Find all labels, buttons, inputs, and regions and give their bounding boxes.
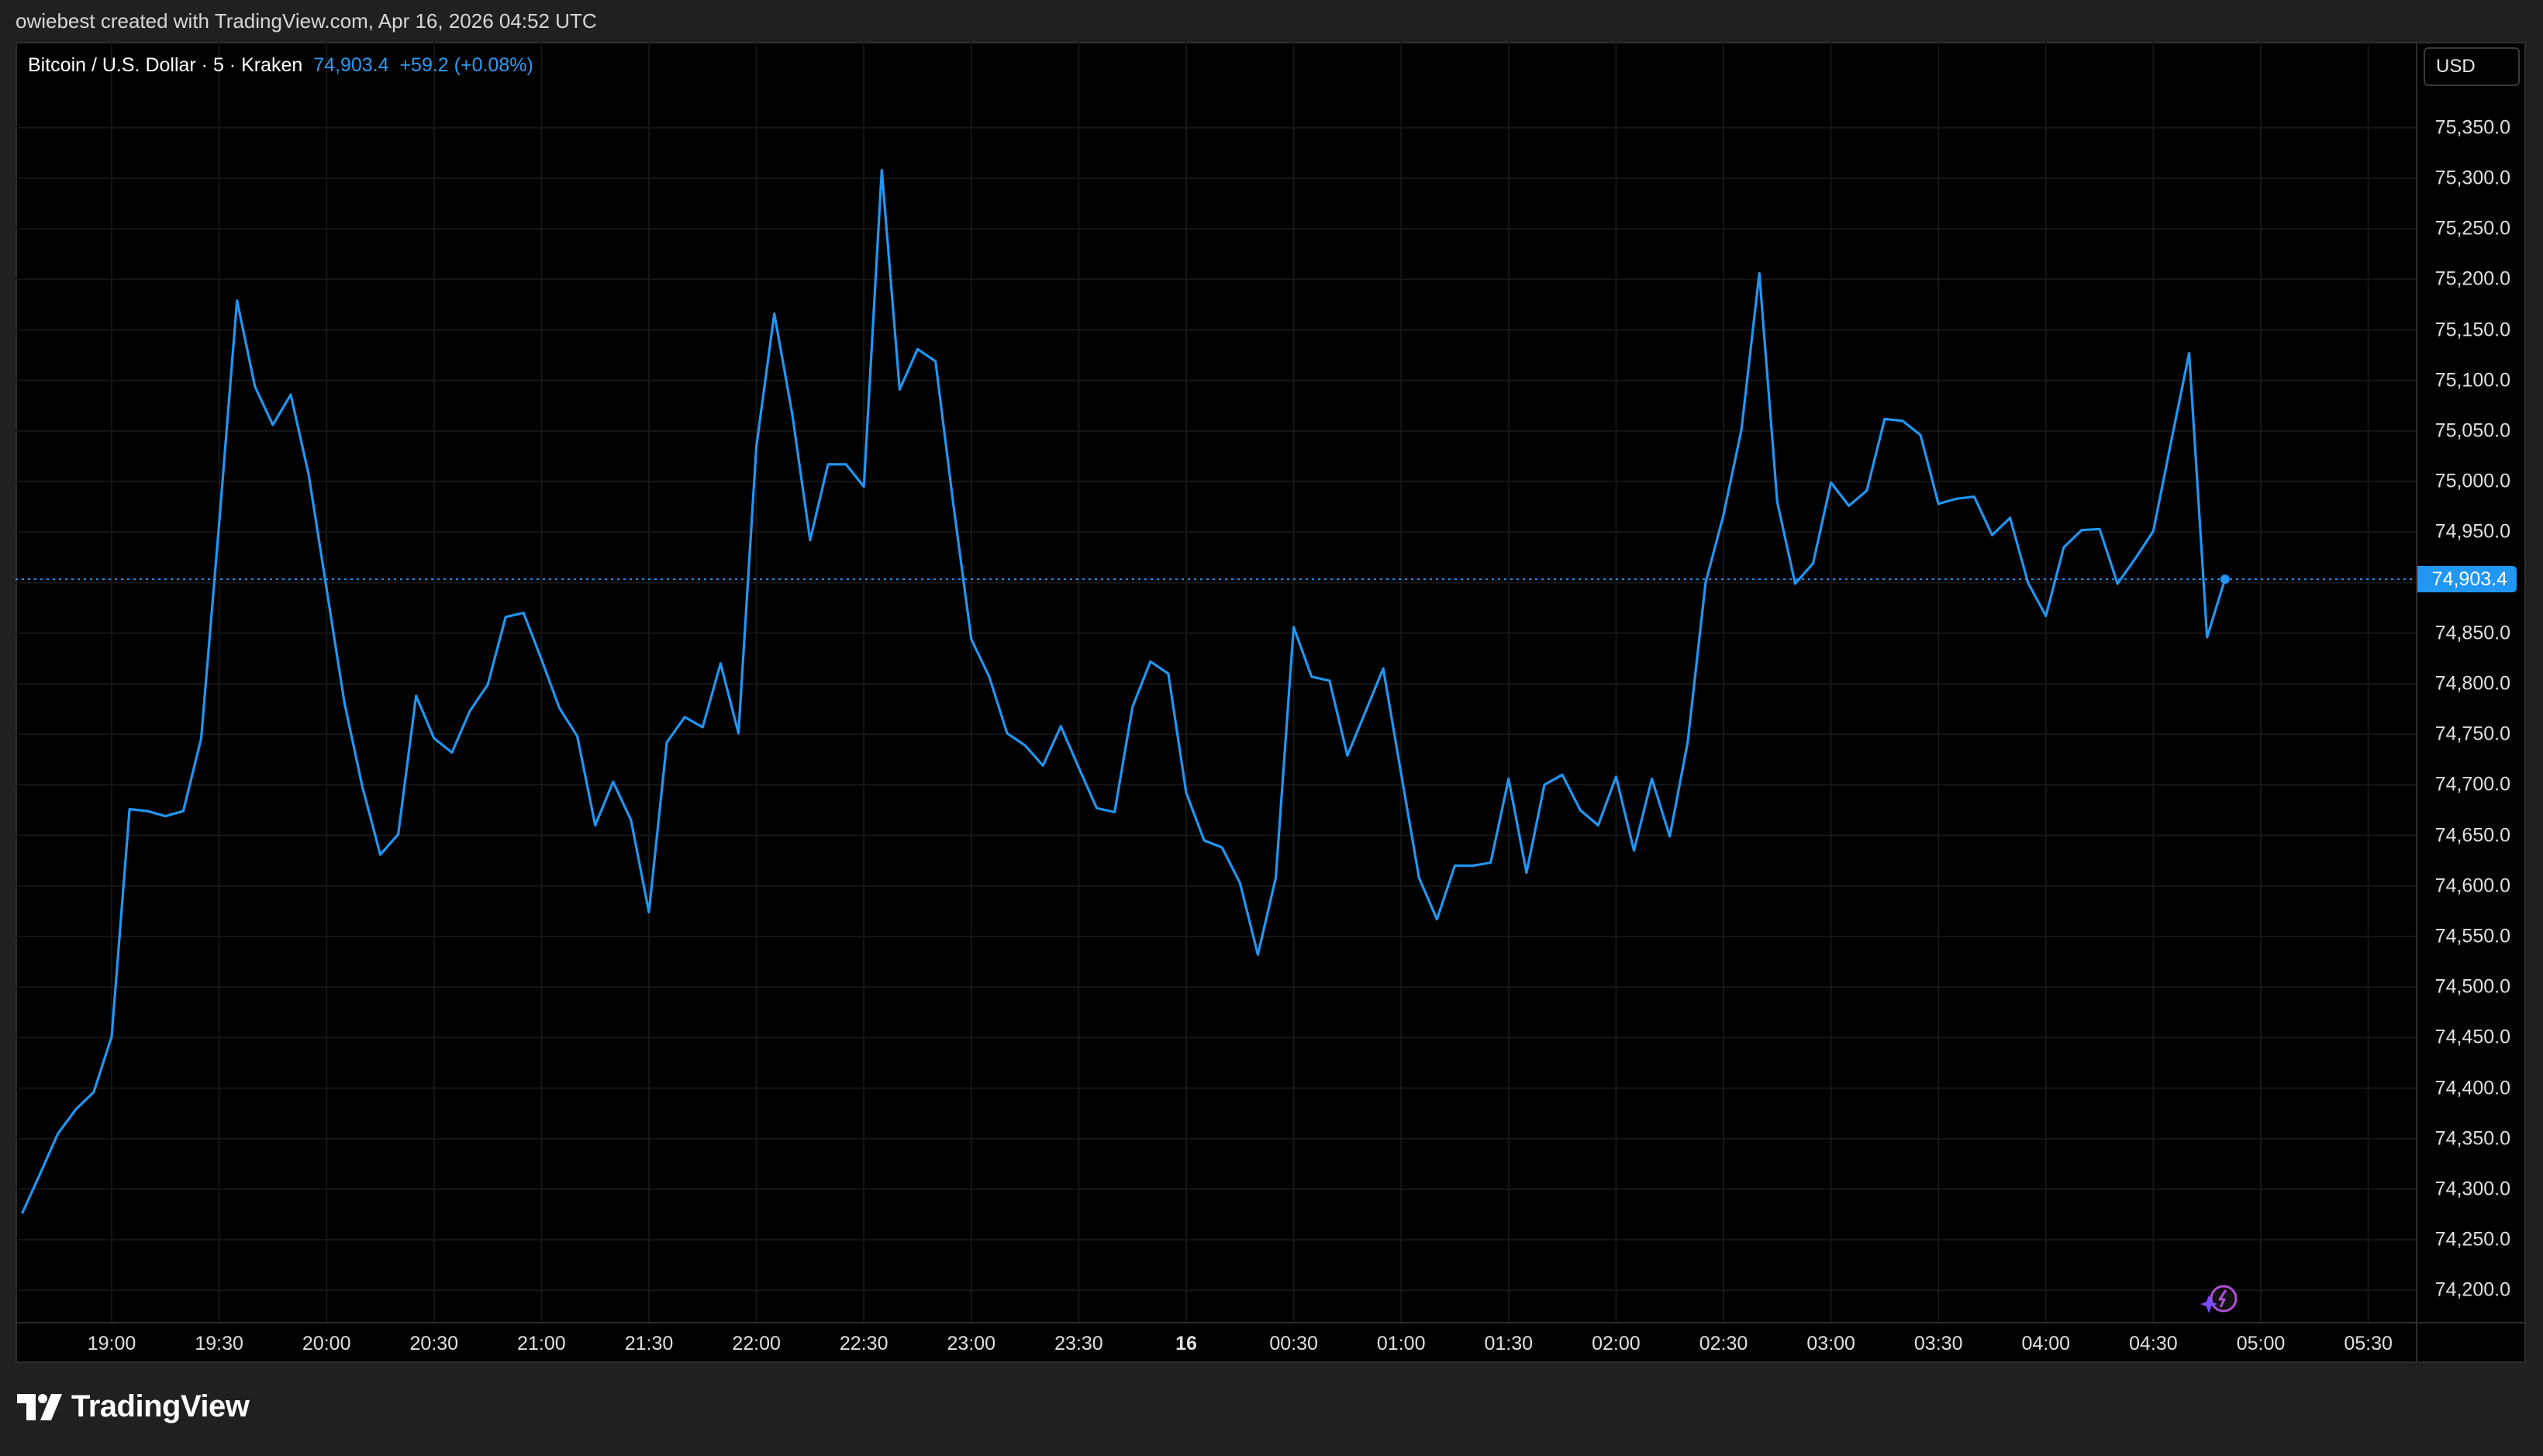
price-tick-label: 74,300.0	[2435, 1178, 2510, 1200]
price-chart[interactable]	[16, 42, 2416, 1322]
time-tick-label: 02:30	[1699, 1333, 1748, 1355]
price-tick-label: 74,500.0	[2435, 976, 2510, 999]
price-tick-label: 74,850.0	[2435, 622, 2510, 644]
brand-name: TradingView	[71, 1389, 249, 1424]
last-price-dot	[2220, 574, 2230, 584]
price-tick-label: 74,250.0	[2435, 1229, 2510, 1251]
price-tick-label: 74,800.0	[2435, 672, 2510, 695]
price-tick-label: 74,200.0	[2435, 1279, 2510, 1302]
time-tick-label: 03:30	[1914, 1333, 1963, 1355]
time-tick-label: 23:00	[947, 1333, 996, 1355]
lightning-assistant-icon[interactable]	[2200, 1282, 2239, 1316]
price-tick-label: 75,000.0	[2435, 471, 2510, 493]
tradingview-logo[interactable]: TradingView	[17, 1389, 249, 1424]
time-tick-label: 20:00	[302, 1333, 351, 1355]
time-tick-label: 23:30	[1054, 1333, 1103, 1355]
price-tick-label: 74,700.0	[2435, 774, 2510, 796]
price-tick-label: 75,150.0	[2435, 319, 2510, 341]
price-tick-label: 74,400.0	[2435, 1077, 2510, 1099]
price-tick-label: 75,350.0	[2435, 116, 2510, 139]
chart-credit: owiebest created with TradingView.com, A…	[16, 9, 597, 33]
price-tick-label: 74,350.0	[2435, 1127, 2510, 1150]
price-tick-label: 75,300.0	[2435, 167, 2510, 189]
time-tick-label: 05:00	[2237, 1333, 2286, 1355]
price-tick-label: 74,950.0	[2435, 521, 2510, 543]
time-tick-label: 21:30	[625, 1333, 674, 1355]
time-tick-label: 16	[1175, 1333, 1197, 1355]
time-tick-label: 20:30	[410, 1333, 459, 1355]
time-axis[interactable]: 19:00 19:30 20:00 20:30 21:00 21:30 22:00 22:30…	[16, 1322, 2416, 1363]
time-tick-label: 19:30	[195, 1333, 243, 1355]
time-tick-label: 04:30	[2129, 1333, 2178, 1355]
time-tick-label: 03:00	[1806, 1333, 1855, 1355]
time-tick-label: 04:00	[2022, 1333, 2071, 1355]
price-tick-label: 74,650.0	[2435, 824, 2510, 847]
time-tick-label: 00:30	[1269, 1333, 1318, 1355]
last-price: 74,903.4	[313, 54, 388, 76]
tradingview-logo-icon	[17, 1394, 64, 1420]
time-tick-label: 21:00	[517, 1333, 566, 1355]
price-tick-label: 74,600.0	[2435, 875, 2510, 897]
price-change: +59.2 (+0.08%)	[399, 54, 533, 76]
price-tick-label: 75,200.0	[2435, 268, 2510, 291]
current-price-badge: 74,903.4	[2417, 566, 2517, 592]
price-tick-label: 74,550.0	[2435, 925, 2510, 947]
time-tick-label: 02:00	[1592, 1333, 1641, 1355]
price-tick-label: 75,250.0	[2435, 218, 2510, 240]
axis-corner	[2416, 1322, 2526, 1363]
series	[16, 170, 2416, 1213]
price-tick-label: 75,100.0	[2435, 369, 2510, 392]
price-tick-label: 74,750.0	[2435, 723, 2510, 746]
time-tick-label: 01:30	[1485, 1333, 1534, 1355]
price-axis[interactable]: 74,200.0 74,250.0 74,300.0 74,350.0 74,400.0…	[2416, 42, 2526, 1322]
currency-button[interactable]: USD	[2424, 47, 2520, 86]
time-tick-label: 22:30	[840, 1333, 888, 1355]
price-tick-label: 75,050.0	[2435, 419, 2510, 442]
symbol-legend[interactable]: Bitcoin / U.S. Dollar · 5 · Kraken 74,90…	[28, 54, 533, 77]
time-tick-label: 05:30	[2344, 1333, 2393, 1355]
grid	[16, 42, 2416, 1322]
time-tick-label: 22:00	[732, 1333, 781, 1355]
price-tick-label: 74,450.0	[2435, 1026, 2510, 1049]
time-tick-label: 01:00	[1377, 1333, 1426, 1355]
price-line	[22, 171, 2225, 1214]
symbol-title: Bitcoin / U.S. Dollar · 5 · Kraken	[28, 54, 302, 76]
time-tick-label: 19:00	[88, 1333, 136, 1355]
